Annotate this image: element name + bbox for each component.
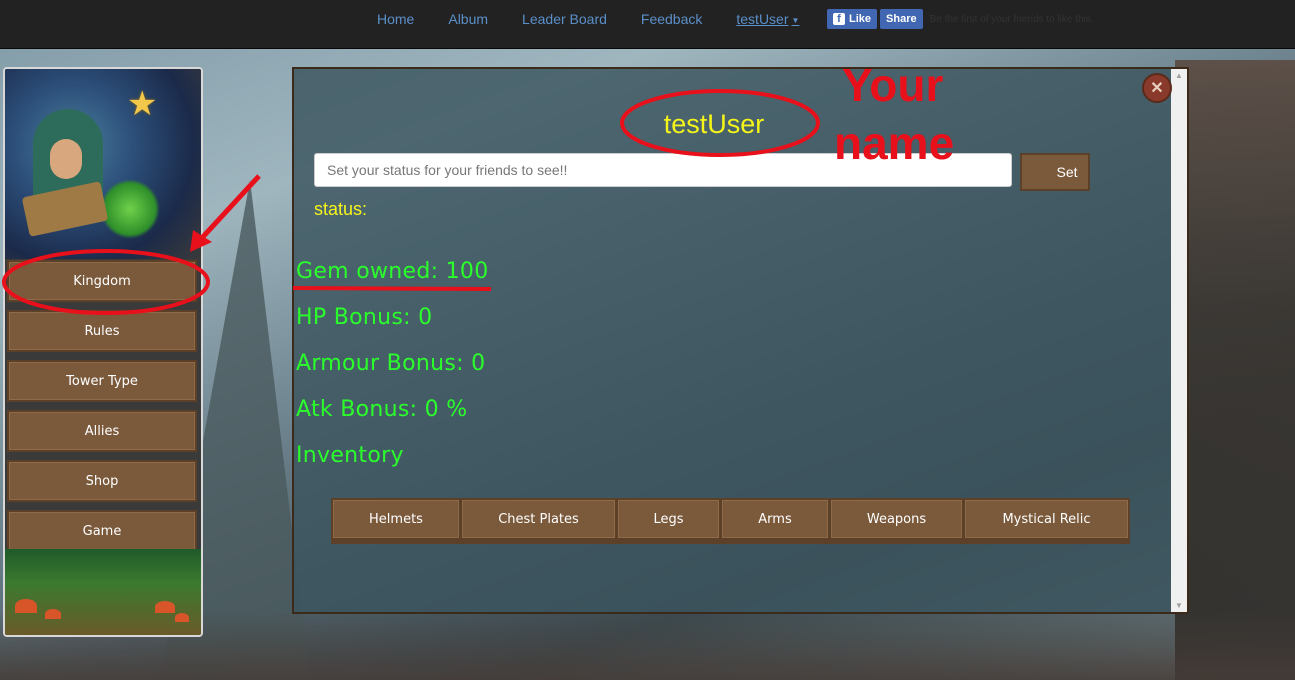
sidebar-item-tower-type[interactable]: Tower Type: [7, 360, 197, 402]
gem-owned-stat: Gem owned: 100: [296, 259, 489, 284]
user-menu-link[interactable]: testUser ▼: [719, 11, 816, 27]
nav-feedback-link[interactable]: Feedback: [624, 11, 719, 27]
facebook-social-text: Be the first of your friends to like thi…: [929, 13, 1094, 25]
facebook-icon: f: [833, 13, 845, 25]
armour-bonus-stat: Armour Bonus: 0: [296, 351, 486, 376]
tab-arms[interactable]: Arms: [722, 500, 831, 538]
profile-modal: ▲ ▼ ✕ testUser Set status: Gem owned: 10…: [292, 67, 1189, 614]
atk-bonus-stat: Atk Bonus: 0 %: [296, 397, 468, 422]
profile-username: testUser: [663, 109, 765, 139]
annotation-text-name: name: [834, 117, 955, 169]
tab-chest-plates[interactable]: Chest Plates: [462, 500, 618, 538]
user-menu-label: testUser: [736, 11, 789, 27]
facebook-like-label: Like: [849, 13, 872, 25]
tab-legs[interactable]: Legs: [618, 500, 722, 538]
inventory-tabs: Helmets Chest Plates Legs Arms Weapons M…: [331, 498, 1130, 544]
facebook-share-button[interactable]: Share: [880, 9, 923, 29]
mushroom: [15, 599, 37, 613]
mushroom: [45, 609, 61, 619]
sidebar-item-shop[interactable]: Shop: [7, 460, 197, 502]
portrait-face: [50, 139, 82, 179]
set-status-button[interactable]: Set: [1020, 153, 1090, 191]
mushroom: [155, 601, 175, 613]
sidebar: ★ Kingdom Rules Tower Type Allies Shop G…: [3, 67, 203, 637]
modal-scrollbar[interactable]: ▲ ▼: [1171, 69, 1187, 612]
top-navbar: Home Album Leader Board Feedback testUse…: [0, 0, 1295, 49]
mushroom: [175, 613, 189, 622]
status-label: status:: [314, 199, 368, 219]
nav-album-link[interactable]: Album: [431, 11, 505, 27]
forest-artwork: [5, 549, 201, 635]
tab-mystical-relic[interactable]: Mystical Relic: [965, 500, 1128, 538]
portrait-magic: [100, 179, 160, 239]
sidebar-item-kingdom[interactable]: Kingdom: [7, 260, 197, 302]
hp-bonus-stat: HP Bonus: 0: [296, 305, 433, 330]
tab-helmets[interactable]: Helmets: [333, 500, 462, 538]
background-cliff: [1175, 60, 1295, 680]
scroll-up-icon[interactable]: ▲: [1175, 71, 1183, 80]
inventory-heading: Inventory: [296, 443, 404, 468]
caret-down-icon: ▼: [791, 15, 800, 25]
nav-leaderboard-link[interactable]: Leader Board: [505, 11, 624, 27]
sidebar-item-game[interactable]: Game: [7, 510, 197, 552]
facebook-share-label: Share: [886, 13, 917, 25]
sidebar-item-rules[interactable]: Rules: [7, 310, 197, 352]
hero-portrait: ★: [5, 69, 201, 259]
star-icon: ★: [127, 85, 158, 123]
nav-links: Home Album Leader Board Feedback testUse…: [360, 0, 816, 38]
sidebar-item-allies[interactable]: Allies: [7, 410, 197, 452]
facebook-like-button[interactable]: f Like: [827, 9, 878, 29]
annotation-arrow-shaft: [198, 174, 261, 242]
facebook-widget: f Like Share Be the first of your friends…: [827, 9, 1094, 29]
nav-home-link[interactable]: Home: [360, 11, 431, 27]
tab-weapons[interactable]: Weapons: [831, 500, 965, 538]
scroll-down-icon[interactable]: ▼: [1175, 601, 1183, 610]
close-button[interactable]: ✕: [1142, 73, 1172, 103]
close-icon: ✕: [1150, 80, 1164, 97]
annotation-text-your: Your: [842, 59, 944, 111]
